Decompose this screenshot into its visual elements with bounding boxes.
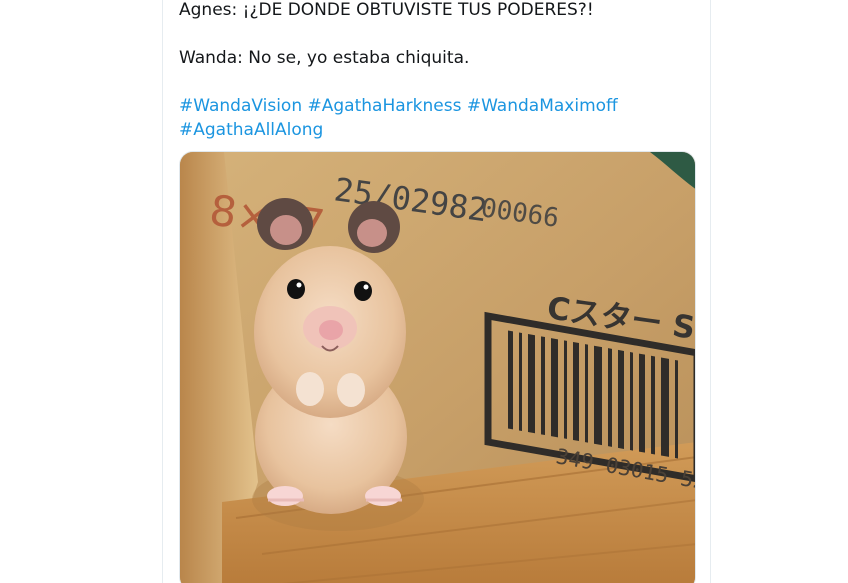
tweet-screenshot: Agnes: ¡¿DE DONDE OBTUVISTE TUS PODERES?… [0,0,848,583]
hashtag-list: #WandaVision #AgathaHarkness #WandaMaxim… [179,94,679,142]
tweet-image[interactable]: 25/02982 8×67 00066 Cスター Sコン [179,151,696,583]
hashtag-wandamaximoff-link[interactable]: #WandaMaximoff [467,96,618,116]
tweet-text-line-1: Agnes: ¡¿DE DONDE OBTUVISTE TUS PODERES?… [179,0,594,20]
hashtag-agathaallalong-link[interactable]: #AgathaAllAlong [179,120,323,140]
tweet-card: Agnes: ¡¿DE DONDE OBTUVISTE TUS PODERES?… [162,0,711,583]
hashtag-wandavision-link[interactable]: #WandaVision [179,96,302,116]
hashtag-agathaharkness-link[interactable]: #AgathaHarkness [308,96,462,116]
tweet-text-line-2: Wanda: No se, yo estaba chiquita. [179,48,470,68]
hamster-illustration: 25/02982 8×67 00066 Cスター Sコン [180,152,695,583]
